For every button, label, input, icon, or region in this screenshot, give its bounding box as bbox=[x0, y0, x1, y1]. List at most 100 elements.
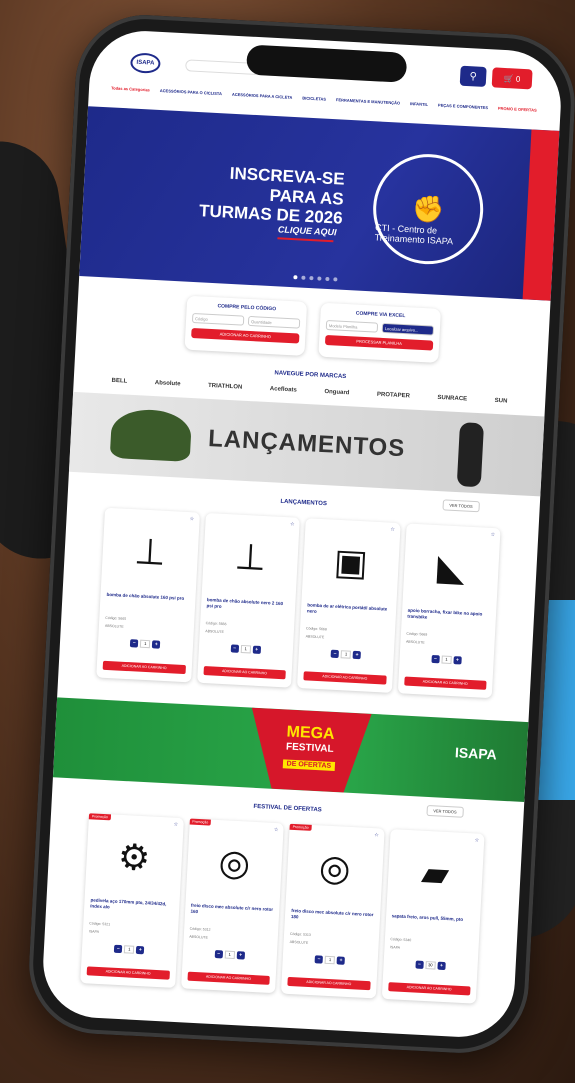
quantity-value[interactable]: 1 bbox=[124, 945, 135, 954]
product-name[interactable]: bomba de chão absolute nero 2 160 psi pr… bbox=[206, 597, 289, 621]
plus-icon[interactable]: + bbox=[152, 640, 161, 649]
product-card[interactable]: ☆ ⊥ bomba de chão absolute 160 psi pro C… bbox=[96, 508, 199, 683]
site-logo[interactable]: ISAPA bbox=[129, 52, 161, 74]
add-to-cart-button[interactable]: ADICIONAR AO CARRINHO bbox=[86, 966, 170, 980]
product-name[interactable]: sapata freio, aros pull, 55mm, pto bbox=[391, 913, 474, 937]
minus-icon[interactable]: − bbox=[431, 654, 440, 664]
product-card[interactable]: ☆ ▰ sapata freio, aros pull, 55mm, pto C… bbox=[381, 829, 484, 1004]
hero-banner[interactable]: INSCREVA-SE PARA AS TURMAS DE 2026 CLIQU… bbox=[79, 106, 560, 301]
favorite-icon[interactable]: ☆ bbox=[374, 832, 379, 838]
brand-logo[interactable]: Absolute bbox=[155, 380, 181, 387]
carousel-dot[interactable] bbox=[293, 275, 298, 280]
nav-item[interactable]: FERRAMENTAS E MANUTENÇÃO bbox=[336, 97, 400, 105]
brand-logo[interactable]: Onguard bbox=[324, 389, 349, 396]
nav-item[interactable]: ACESSÓRIOS PARA A CICLETA bbox=[232, 92, 293, 100]
carousel-dot[interactable] bbox=[325, 276, 330, 282]
plus-icon[interactable]: + bbox=[336, 956, 346, 965]
nav-item-promo[interactable]: PROMO E OFERTAS bbox=[498, 106, 537, 113]
quantity-value[interactable]: 1 bbox=[240, 644, 251, 654]
favorite-icon[interactable]: ☆ bbox=[274, 827, 279, 833]
code-input[interactable]: Código bbox=[191, 312, 245, 326]
product-card[interactable]: ☆ ⊥ bomba de chão absolute nero 2 160 ps… bbox=[197, 513, 300, 688]
minus-icon[interactable]: − bbox=[130, 639, 139, 648]
brand-logo[interactable]: TRIATHLON bbox=[208, 383, 242, 391]
minus-icon[interactable]: − bbox=[415, 960, 424, 969]
product-card[interactable]: ☆ ▣ bomba de ar elétrica portátil absolu… bbox=[297, 518, 400, 693]
brand-logo[interactable]: BELL bbox=[111, 378, 127, 385]
product-card[interactable]: Promoção ☆ ◎ freio disco mec absolute c/… bbox=[181, 818, 284, 993]
quantity-value[interactable]: 1 bbox=[441, 655, 452, 664]
add-to-cart-button[interactable]: ADICIONAR AO CARRINHO bbox=[387, 982, 471, 996]
favorite-icon[interactable]: ☆ bbox=[173, 822, 178, 828]
add-to-cart-button[interactable]: ADICIONAR AO CARRINHO bbox=[102, 660, 186, 675]
quantity-stepper[interactable]: −1 + bbox=[305, 648, 388, 660]
carousel-dot[interactable] bbox=[333, 277, 338, 282]
plus-icon[interactable]: + bbox=[352, 650, 362, 660]
product-name[interactable]: bomba de ar elétrica portátil absolute n… bbox=[306, 602, 389, 626]
cart-button[interactable]: 🛒 0 bbox=[491, 67, 533, 90]
add-to-cart-button[interactable]: ADICIONAR AO CARRINHO bbox=[303, 671, 387, 685]
see-all-button[interactable]: VER TODOS bbox=[442, 499, 480, 513]
favorite-icon[interactable]: ☆ bbox=[290, 521, 295, 527]
add-to-cart-button[interactable]: ADICIONAR AO CARRINHO bbox=[186, 971, 270, 985]
quantity-value[interactable]: 30 bbox=[425, 961, 436, 970]
excel-template-link[interactable]: Modelo Planilha bbox=[325, 319, 379, 333]
carousel-dot[interactable] bbox=[309, 276, 314, 281]
plus-icon[interactable]: + bbox=[453, 656, 462, 665]
nav-item[interactable]: PEÇAS E COMPONENTES bbox=[438, 103, 488, 111]
nav-categories[interactable]: Todas as Categorias bbox=[111, 85, 150, 92]
carousel-dot[interactable] bbox=[301, 275, 306, 280]
quantity-value[interactable]: 1 bbox=[340, 650, 352, 659]
quantity-stepper[interactable]: −1 + bbox=[405, 654, 488, 666]
minus-icon[interactable]: − bbox=[330, 649, 340, 659]
quantity-stepper[interactable]: −1 + bbox=[104, 638, 187, 650]
favorite-icon[interactable]: ☆ bbox=[475, 837, 480, 843]
nav-item[interactable]: ACESSÓRIOS PARA O CICLISTA bbox=[160, 88, 222, 96]
plus-icon[interactable]: + bbox=[437, 961, 446, 971]
plus-icon[interactable]: + bbox=[136, 945, 145, 955]
upload-file-button[interactable]: Localizar arquivo... bbox=[381, 322, 435, 336]
product-card[interactable]: ☆ ◣ apoio borracha, fixar bike no apoio … bbox=[397, 523, 500, 698]
carousel-dots[interactable] bbox=[293, 275, 338, 282]
plus-icon[interactable]: + bbox=[236, 951, 245, 960]
brand-logo[interactable]: PROTAPER bbox=[377, 392, 410, 400]
see-all-button[interactable]: VER TODOS bbox=[425, 804, 464, 818]
quantity-value[interactable]: 1 bbox=[224, 950, 235, 960]
quantity-stepper[interactable]: −1 + bbox=[188, 949, 271, 961]
quantity-value[interactable]: 1 bbox=[324, 955, 336, 965]
carousel-dot[interactable] bbox=[317, 276, 322, 281]
minus-icon[interactable]: − bbox=[114, 944, 123, 954]
product-card[interactable]: Promoção ☆ ⚙ pedivela aço 170mm pto, 24/… bbox=[80, 813, 183, 988]
quantity-stepper[interactable]: −1 + bbox=[289, 954, 372, 966]
nav-item[interactable]: BICICLETAS bbox=[302, 95, 326, 101]
quantity-stepper[interactable]: −1 + bbox=[88, 943, 171, 955]
quantity-stepper[interactable]: −1 + bbox=[204, 643, 287, 655]
quantity-value[interactable]: 1 bbox=[140, 639, 151, 649]
product-name[interactable]: apoio borracha, fixar bike no apoio tran… bbox=[407, 608, 490, 632]
hero-cta[interactable]: CLIQUE AQUI bbox=[278, 224, 337, 237]
add-to-cart-code-button[interactable]: ADICIONAR AO CARRINHO bbox=[191, 327, 300, 344]
product-name[interactable]: pedivela aço 170mm pto, 24/34/42d, índex… bbox=[90, 897, 173, 921]
quantity-stepper[interactable]: −30 + bbox=[389, 959, 472, 971]
minus-icon[interactable]: − bbox=[230, 644, 239, 653]
add-to-cart-button[interactable]: ADICIONAR AO CARRINHO bbox=[202, 666, 286, 680]
nav-item[interactable]: INFANTIL bbox=[410, 101, 428, 107]
brand-logo[interactable]: SUNRACE bbox=[437, 395, 467, 403]
product-name[interactable]: bomba de chão absolute 160 psi pro bbox=[106, 592, 189, 616]
add-to-cart-button[interactable]: ADICIONAR AO CARRINHO bbox=[287, 976, 371, 991]
minus-icon[interactable]: − bbox=[314, 955, 324, 964]
favorite-icon[interactable]: ☆ bbox=[491, 532, 496, 538]
plus-icon[interactable]: + bbox=[252, 645, 261, 654]
brand-logo[interactable]: Acefloats bbox=[270, 386, 297, 393]
brand-logo[interactable]: SUN bbox=[495, 398, 508, 405]
product-card[interactable]: Promoção ☆ ◎ freio disco mec absolute c/… bbox=[281, 823, 384, 999]
process-spreadsheet-button[interactable]: PROCESSAR PLANILHA bbox=[324, 334, 434, 351]
favorite-icon[interactable]: ☆ bbox=[189, 516, 194, 522]
bike-icon[interactable]: ⚲ bbox=[459, 65, 487, 87]
add-to-cart-button[interactable]: ADICIONAR AO CARRINHO bbox=[403, 676, 487, 690]
minus-icon[interactable]: − bbox=[214, 950, 223, 959]
product-name[interactable]: freio disco mec absolute c/r nero rotor … bbox=[190, 903, 273, 927]
product-name[interactable]: freio disco mec absolute c/r nero rotor … bbox=[290, 908, 374, 932]
quantity-input[interactable]: Quantidade bbox=[247, 315, 301, 329]
favorite-icon[interactable]: ☆ bbox=[390, 527, 395, 533]
